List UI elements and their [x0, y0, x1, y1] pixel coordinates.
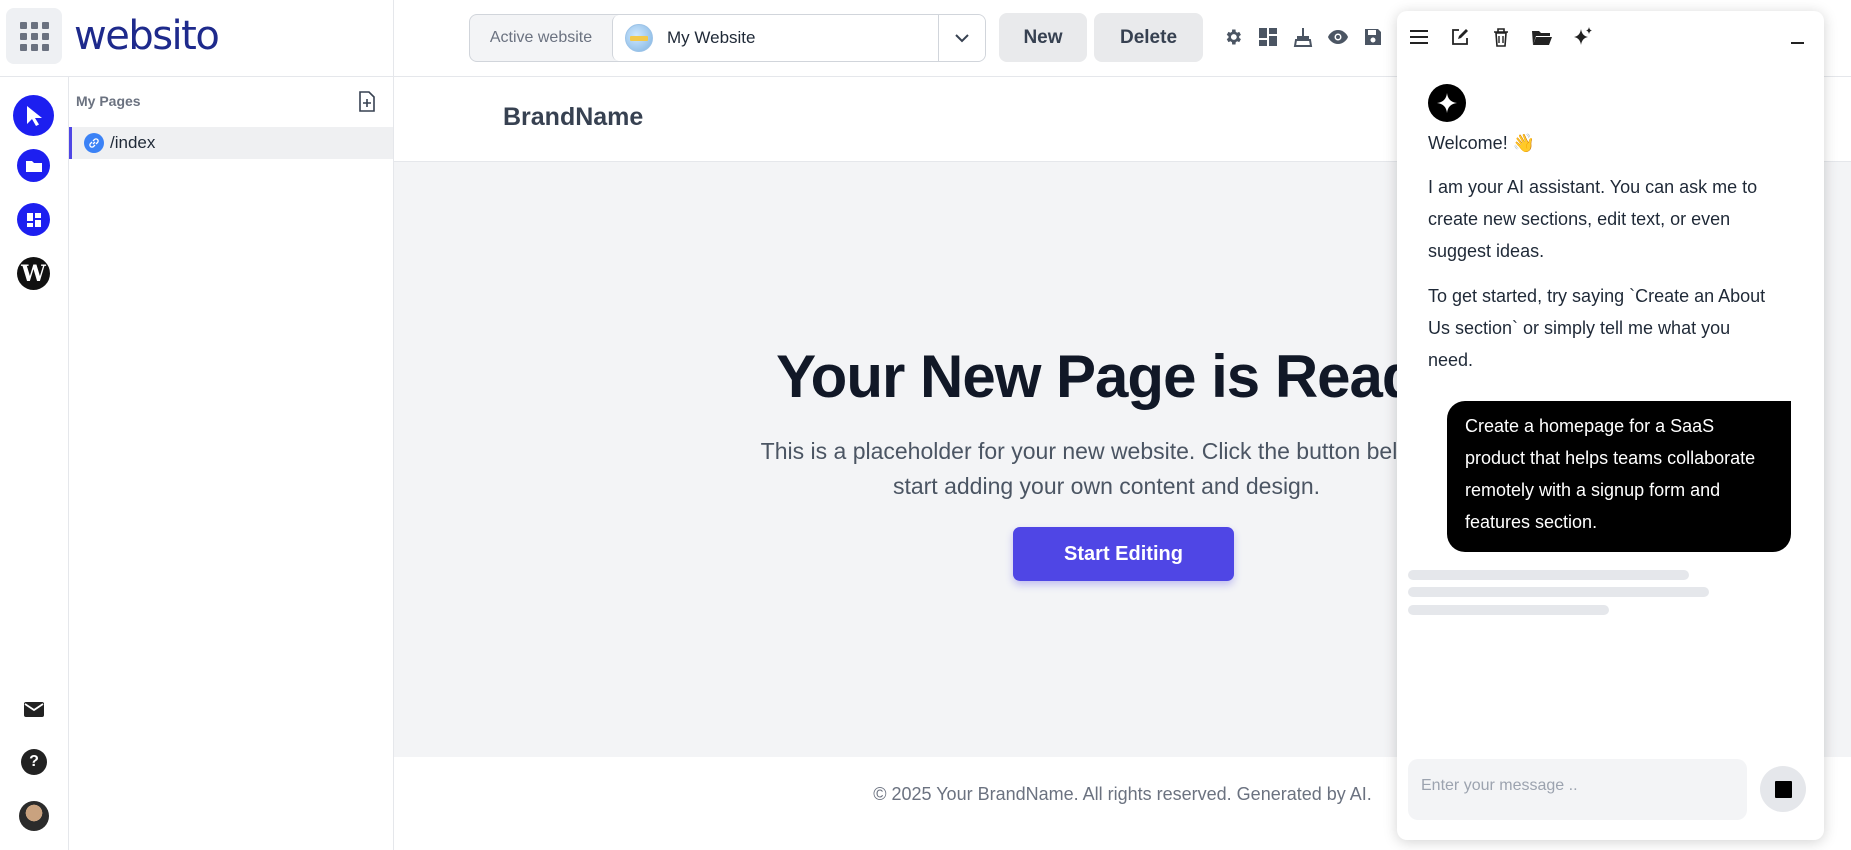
user-message-bubble: Create a homepage for a SaaS product tha… — [1447, 401, 1791, 552]
minimize-icon[interactable] — [1791, 42, 1804, 44]
active-website-select[interactable]: Active website My Website — [469, 14, 986, 62]
help-icon[interactable]: ? — [21, 749, 47, 775]
start-editing-button[interactable]: Start Editing — [1013, 527, 1234, 581]
layout-icon[interactable] — [1257, 26, 1279, 48]
pages-panel: My Pages /index — [69, 77, 393, 850]
active-website-label: Active website — [489, 29, 593, 46]
globe-icon — [625, 24, 653, 52]
page-item-index[interactable]: /index — [69, 127, 393, 159]
apps-grid-button[interactable] — [6, 8, 62, 64]
loading-skeleton-line — [1408, 587, 1709, 597]
wordpress-icon[interactable]: W — [17, 257, 50, 290]
chat-hint: To get started, try saying `Create an Ab… — [1428, 286, 1766, 370]
dashboard-icon[interactable] — [17, 203, 50, 236]
ai-chat-panel: Welcome! 👋 I am your AI assistant. You c… — [1397, 11, 1824, 840]
mail-icon[interactable] — [21, 696, 47, 722]
link-icon — [84, 133, 104, 153]
loading-skeleton-line — [1408, 570, 1689, 580]
pages-title: My Pages — [76, 93, 141, 109]
chevron-down-icon[interactable] — [938, 15, 985, 61]
preview-subtext[interactable]: This is a placeholder for your new websi… — [754, 434, 1459, 504]
stop-icon — [1774, 780, 1792, 798]
avatar[interactable] — [19, 801, 49, 831]
apps-grid-icon — [19, 21, 49, 51]
app-logo: websito — [74, 13, 220, 59]
folder-open-icon[interactable] — [1530, 25, 1554, 49]
pointer-icon[interactable] — [13, 95, 54, 136]
edit-icon[interactable] — [1448, 25, 1472, 49]
trash-icon[interactable] — [1489, 25, 1513, 49]
sparkle-icon[interactable] — [1571, 25, 1595, 49]
page-item-label: /index — [110, 133, 156, 152]
chat-message-input[interactable]: Enter your message .. — [1408, 759, 1747, 820]
add-page-icon[interactable] — [358, 91, 378, 113]
ai-avatar-icon — [1428, 84, 1466, 122]
left-rail: W ? — [0, 77, 69, 850]
new-website-button[interactable]: New — [999, 13, 1087, 62]
eye-icon[interactable] — [1327, 26, 1349, 48]
loading-skeleton-line — [1408, 605, 1609, 615]
active-website-value-field[interactable]: My Website — [612, 15, 938, 61]
menu-icon[interactable] — [1407, 25, 1431, 49]
broom-icon[interactable] — [1292, 26, 1314, 48]
gear-icon[interactable] — [1222, 26, 1244, 48]
delete-website-button[interactable]: Delete — [1094, 13, 1203, 62]
chat-welcome: Welcome! 👋 — [1428, 133, 1536, 153]
preview-brand[interactable]: BrandName — [503, 103, 643, 132]
stop-generation-button[interactable] — [1760, 766, 1806, 812]
active-website-value: My Website — [667, 28, 756, 47]
folder-icon[interactable] — [17, 149, 50, 182]
chat-intro: I am your AI assistant. You can ask me t… — [1428, 177, 1758, 261]
save-icon[interactable] — [1362, 26, 1384, 48]
